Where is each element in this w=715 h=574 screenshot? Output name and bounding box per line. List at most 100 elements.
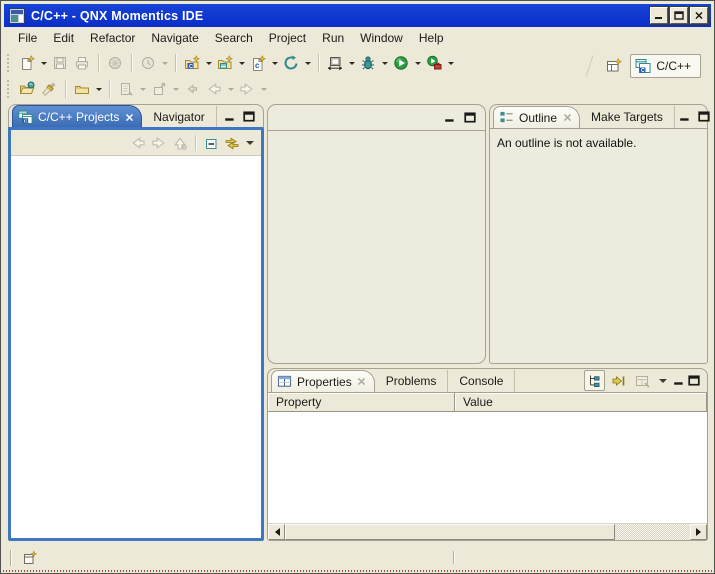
tab-properties[interactable]: Properties [271, 370, 375, 392]
print-button[interactable] [71, 52, 93, 74]
close-button[interactable] [690, 7, 708, 24]
scrollbar-track[interactable] [615, 524, 690, 540]
open-type-button[interactable] [71, 78, 93, 100]
open-resource-icon [19, 81, 35, 97]
debug-button[interactable] [357, 52, 379, 74]
back-small-button[interactable] [181, 78, 203, 100]
menu-project[interactable]: Project [261, 29, 314, 47]
forward-dropdown[interactable] [258, 78, 269, 100]
search-button[interactable] [38, 78, 60, 100]
view-menu-button[interactable] [656, 371, 670, 391]
tab-make-targets[interactable]: Make Targets [580, 106, 675, 128]
debug-dropdown[interactable] [379, 52, 390, 74]
column-header-property[interactable]: Property [268, 393, 455, 412]
forward-button[interactable] [236, 78, 258, 100]
editor-maximize-button[interactable] [464, 112, 476, 123]
projects-tree[interactable] [11, 156, 261, 538]
external-tools-dropdown[interactable] [445, 52, 456, 74]
column-header-value[interactable]: Value [455, 393, 707, 412]
new-wizard-button[interactable] [16, 52, 38, 74]
tree-mode-button[interactable] [584, 370, 605, 391]
maximize-button[interactable] [670, 7, 688, 24]
new-cpp-project-button[interactable] [214, 52, 236, 74]
tab-outline[interactable]: Outline [493, 106, 580, 128]
open-perspective-button[interactable] [603, 55, 625, 77]
perspective-cc-button[interactable]: C/C++ [630, 54, 701, 78]
new-c-file-dropdown[interactable] [269, 52, 280, 74]
editor-content[interactable] [268, 131, 485, 364]
tab-close-button[interactable] [357, 377, 367, 387]
toolbar-grip[interactable] [7, 54, 12, 72]
build-all-button[interactable] [104, 52, 126, 74]
run-dropdown[interactable] [412, 52, 423, 74]
new-c-project-dropdown[interactable] [203, 52, 214, 74]
tab-console[interactable]: Console [448, 370, 515, 392]
go-into-button[interactable] [148, 78, 170, 100]
link-editor-button[interactable] [222, 133, 242, 153]
new-target-project-dropdown[interactable] [302, 52, 313, 74]
go-into-dropdown[interactable] [170, 78, 181, 100]
view-minimize-button[interactable] [673, 375, 685, 386]
new-c-project-button[interactable] [181, 52, 203, 74]
debug-icon [360, 55, 376, 71]
menu-search[interactable]: Search [207, 29, 261, 47]
external-tools-button[interactable] [423, 52, 445, 74]
forward-button[interactable] [149, 133, 169, 153]
save-button[interactable] [49, 52, 71, 74]
view-maximize-button[interactable] [698, 111, 710, 122]
toolbar-separator [131, 54, 132, 72]
toolbar-grip[interactable] [7, 80, 12, 98]
new-wizard-dropdown[interactable] [38, 52, 49, 74]
collapse-all-icon [203, 135, 219, 151]
properties-table-body[interactable] [268, 412, 707, 523]
tab-cc-projects[interactable]: C/C++ Projects [12, 105, 142, 128]
minimize-button[interactable] [650, 7, 668, 24]
tab-navigator[interactable]: Navigator [142, 106, 216, 128]
back-button[interactable] [203, 78, 225, 100]
menu-run[interactable]: Run [314, 29, 352, 47]
titlebar[interactable]: C/C++ - QNX Momentics IDE [4, 4, 711, 27]
menu-help[interactable]: Help [411, 29, 452, 47]
menu-refactor[interactable]: Refactor [82, 29, 143, 47]
view-minimize-button[interactable] [224, 111, 236, 122]
view-minimize-button[interactable] [679, 111, 691, 122]
open-resource-button[interactable] [16, 78, 38, 100]
up-button[interactable] [170, 133, 190, 153]
back-small-icon [184, 81, 200, 97]
show-categories-button[interactable] [608, 370, 629, 391]
menu-navigate[interactable]: Navigate [143, 29, 206, 47]
editor-minimize-button[interactable] [444, 112, 456, 123]
back-button[interactable] [128, 133, 148, 153]
open-type-dropdown[interactable] [93, 78, 104, 100]
new-cpp-project-dropdown[interactable] [236, 52, 247, 74]
view-maximize-button[interactable] [243, 111, 255, 122]
editor-tab-strip [268, 105, 485, 131]
collapse-all-button[interactable] [201, 133, 221, 153]
fast-view-button[interactable] [19, 548, 41, 568]
minimize-icon [654, 11, 664, 20]
run-button[interactable] [390, 52, 412, 74]
menu-file[interactable]: File [10, 29, 45, 47]
menu-window[interactable]: Window [352, 29, 411, 47]
back-dropdown[interactable] [225, 78, 236, 100]
launch-config-dropdown[interactable] [346, 52, 357, 74]
close-icon [694, 11, 704, 20]
last-edit-button[interactable] [115, 78, 137, 100]
last-edit-dropdown[interactable] [137, 78, 148, 100]
external-build-dropdown[interactable] [159, 52, 170, 74]
launch-config-button[interactable] [324, 52, 346, 74]
tab-problems[interactable]: Problems [375, 370, 449, 392]
menu-edit[interactable]: Edit [45, 29, 82, 47]
scrollbar-thumb[interactable] [285, 524, 615, 540]
outline-tab-strip: Outline Make Targets [490, 105, 707, 129]
scroll-left-button[interactable] [268, 524, 285, 540]
external-build-button[interactable] [137, 52, 159, 74]
tab-close-button[interactable] [124, 112, 134, 122]
new-target-project-button[interactable] [280, 52, 302, 74]
tab-close-button[interactable] [562, 113, 572, 123]
scroll-right-button[interactable] [690, 524, 707, 540]
new-c-file-button[interactable] [247, 52, 269, 74]
view-maximize-button[interactable] [688, 375, 700, 386]
restore-value-button[interactable] [632, 370, 653, 391]
view-menu-button[interactable] [243, 133, 257, 153]
